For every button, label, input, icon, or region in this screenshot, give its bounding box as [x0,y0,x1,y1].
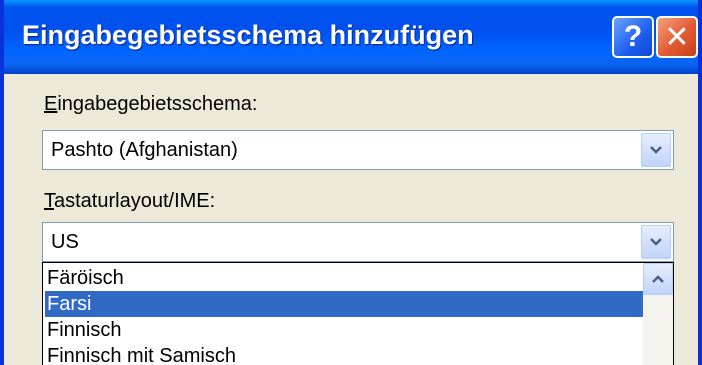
input-locale-value: Pashto (Afghanistan) [51,139,238,161]
title-bar[interactable]: Eingabegebietsschema hinzufügen ? ✕ [4,0,698,74]
scroll-up-button[interactable] [643,263,673,295]
keyboard-layout-combobox[interactable]: US [42,222,674,262]
close-icon: ✕ [664,20,690,54]
list-item[interactable]: Finnisch mit Samisch [45,343,643,365]
input-locale-label: Eingabegebietsschema: [44,93,258,115]
close-button[interactable]: ✕ [656,16,698,58]
add-input-locale-dialog: Eingabegebietsschema hinzufügen ? ✕ Eing… [0,0,702,365]
chevron-down-icon [650,238,662,246]
list-item[interactable]: Finnisch [45,317,643,343]
input-locale-combobox[interactable]: Pashto (Afghanistan) [42,130,674,170]
help-icon: ? [623,20,643,53]
keyboard-layout-value: US [51,231,79,253]
keyboard-layout-dropdown-button[interactable] [641,225,671,259]
chevron-down-icon [650,146,662,154]
list-item-selected[interactable]: Farsi [45,291,643,317]
list-item[interactable]: Färöisch [45,265,643,291]
help-button[interactable]: ? [612,16,654,58]
dialog-title: Eingabegebietsschema hinzufügen [22,20,474,50]
list-scrollbar[interactable] [643,263,673,365]
keyboard-layout-label: Tastaturlayout/IME: [44,190,216,212]
chevron-up-icon [652,275,664,283]
keyboard-layout-dropdown-list[interactable]: Färöisch Farsi Finnisch Finnisch mit Sam… [42,262,674,365]
input-locale-dropdown-button[interactable] [641,133,671,167]
